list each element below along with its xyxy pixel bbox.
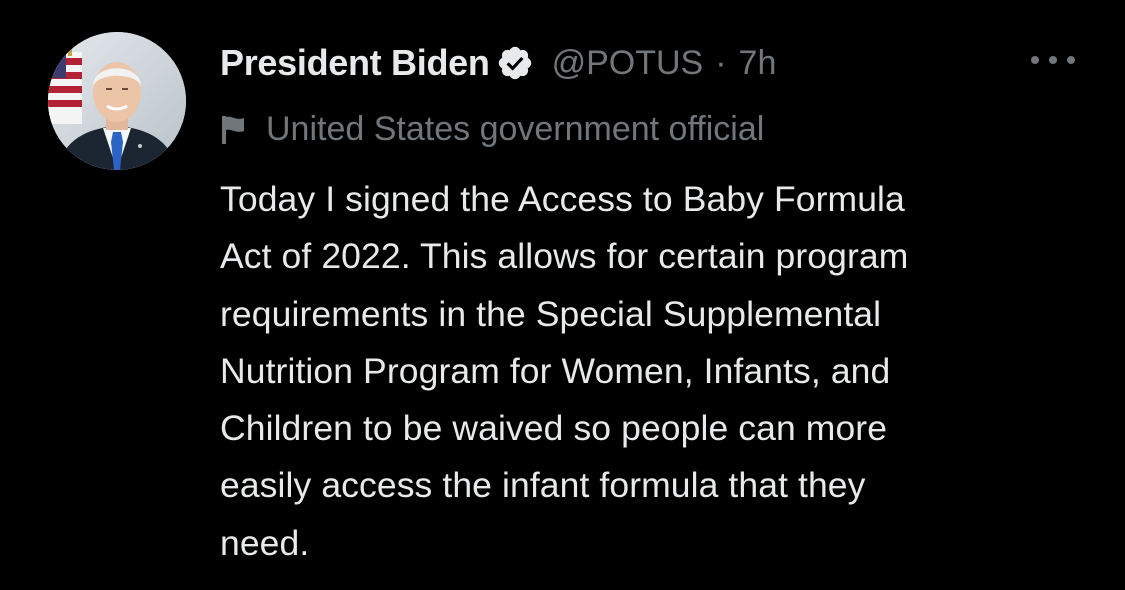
tweet-text: Today I signed the Access to Baby Formul… xyxy=(220,179,909,563)
tweet[interactable]: President Biden @POTUS · 7h United State… xyxy=(0,0,1125,590)
author-display-name[interactable]: President Biden xyxy=(220,42,490,84)
account-label-text: United States government official xyxy=(266,109,765,148)
more-dot xyxy=(1067,56,1075,64)
more-dot xyxy=(1049,56,1057,64)
flag-icon xyxy=(220,114,246,144)
avatar-portrait-icon xyxy=(48,32,186,170)
author-handle[interactable]: @POTUS xyxy=(552,44,704,83)
verified-badge-icon xyxy=(496,44,534,82)
avatar[interactable] xyxy=(48,32,186,170)
more-options-icon[interactable] xyxy=(1031,42,1075,78)
more-dot xyxy=(1031,56,1039,64)
separator-dot: · xyxy=(715,43,727,82)
account-label[interactable]: United States government official xyxy=(220,106,764,152)
tweet-timestamp[interactable]: 7h xyxy=(739,44,777,83)
tweet-header: President Biden @POTUS · 7h xyxy=(220,38,776,88)
